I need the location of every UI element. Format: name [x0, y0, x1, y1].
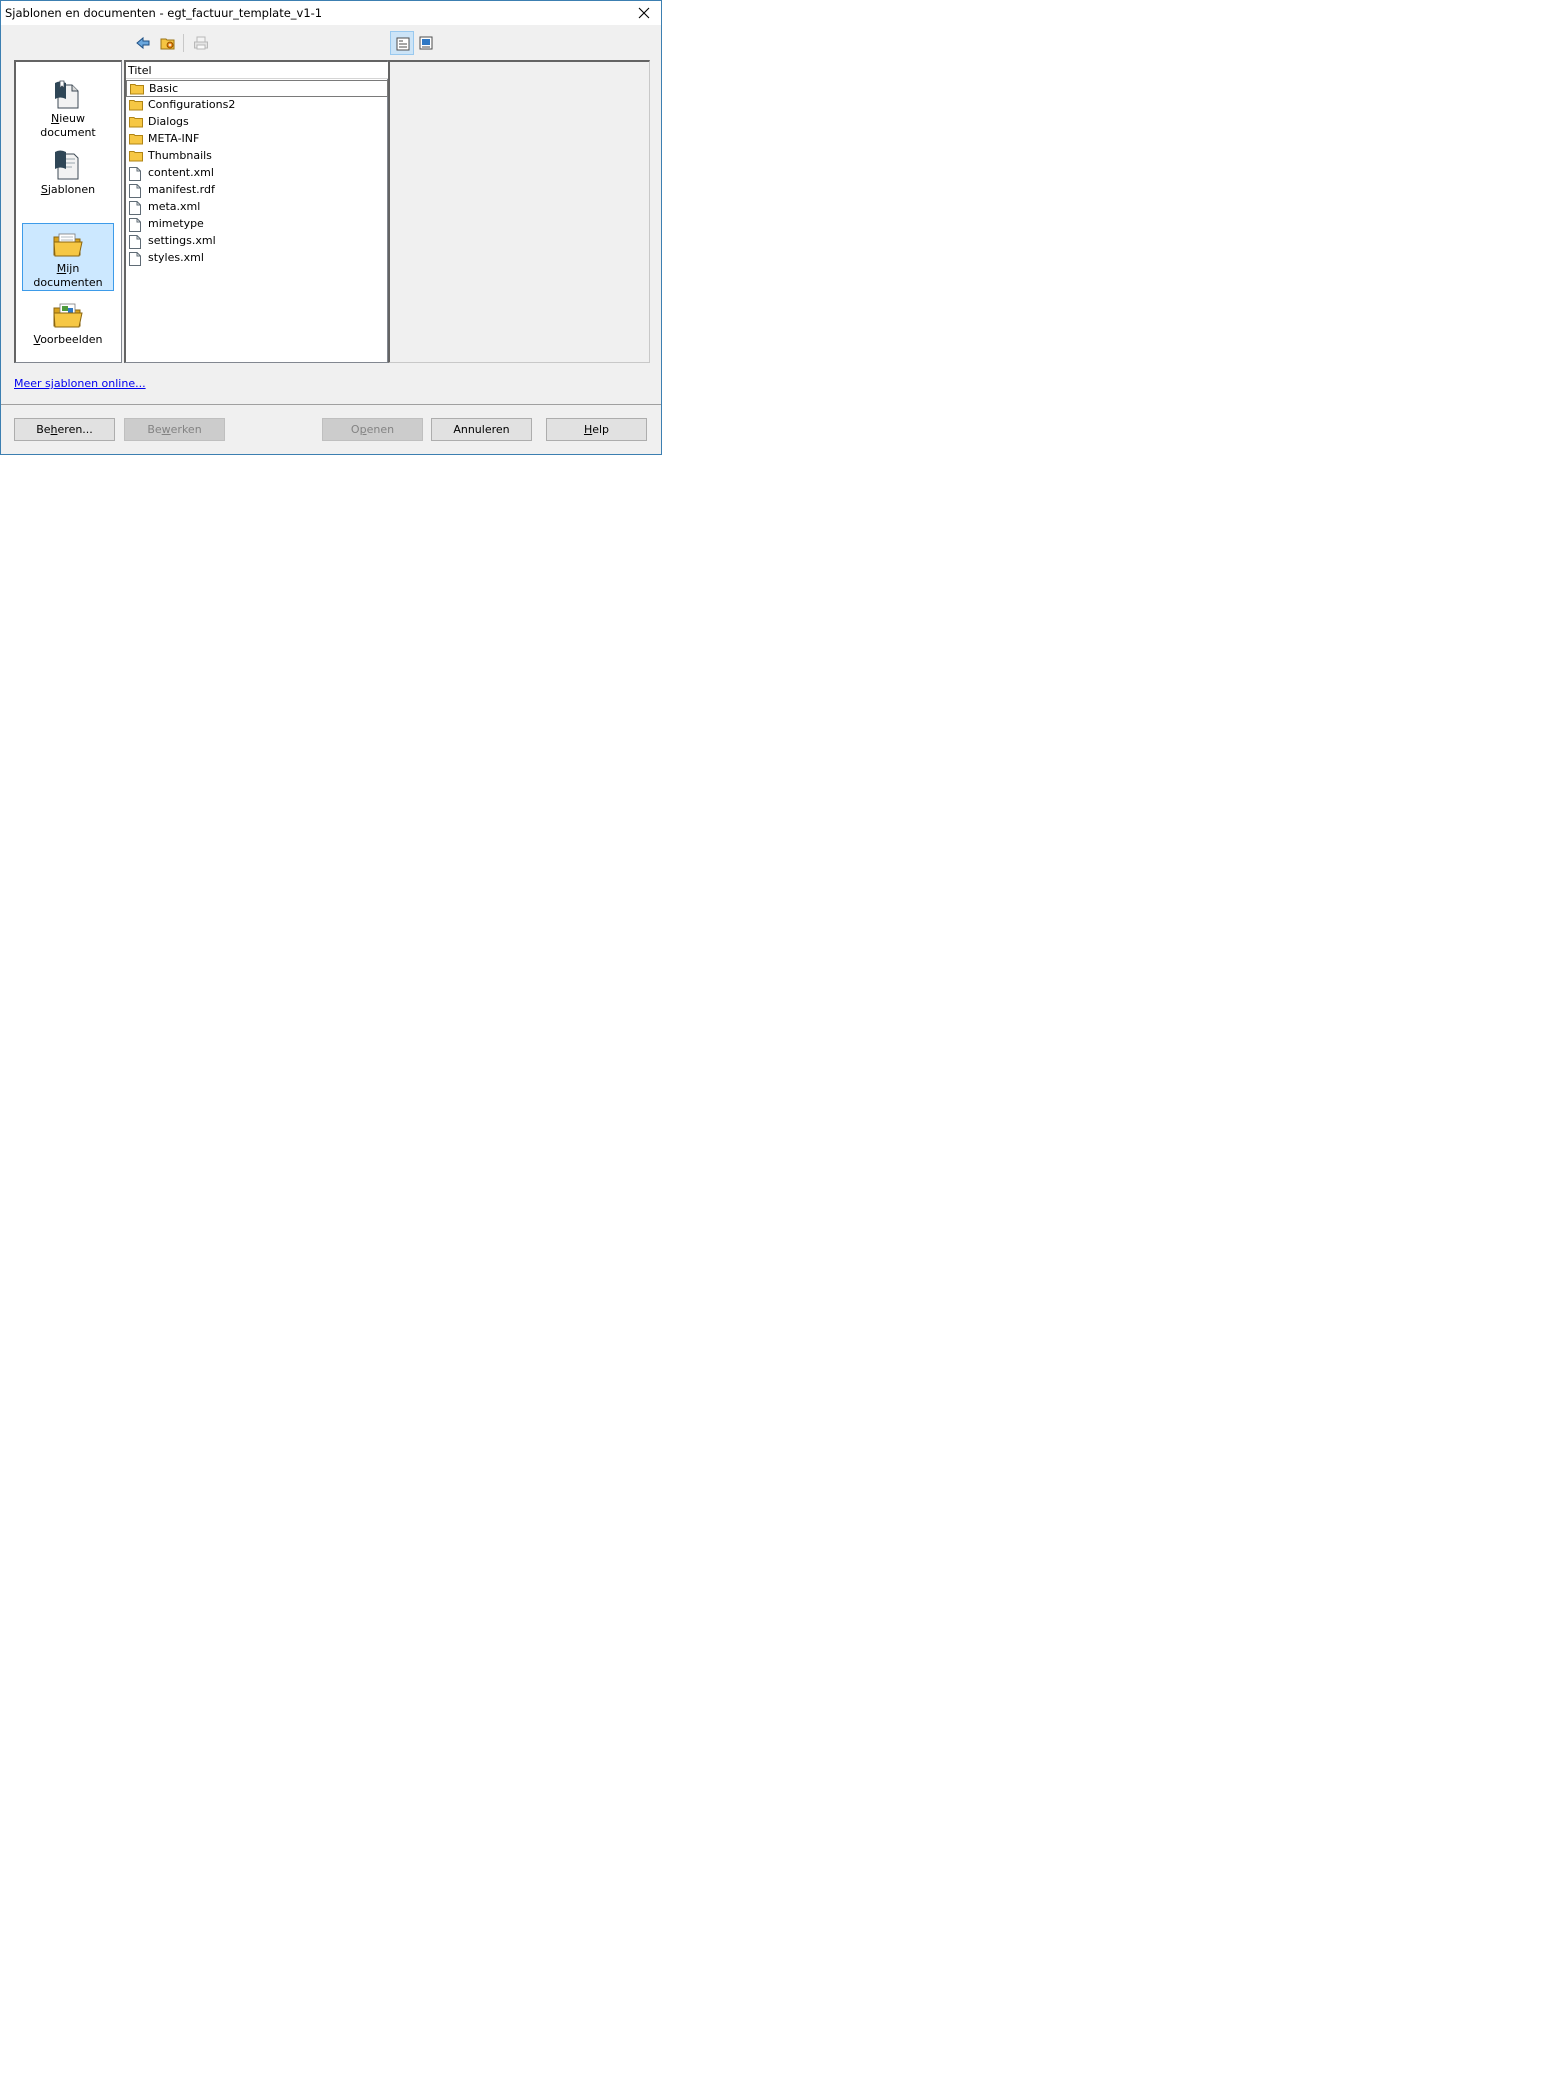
folder-icon [130, 83, 144, 98]
preview-button[interactable] [414, 31, 438, 55]
file-name: mimetype [148, 217, 204, 230]
nav-new-document-key: N [50, 112, 60, 125]
file-row[interactable]: content.xml [126, 165, 388, 182]
help-button-key: H [583, 423, 593, 436]
open-button-key: p [359, 423, 367, 436]
file-name: manifest.rdf [148, 183, 215, 196]
toolbar-separator [183, 34, 184, 52]
templates-icon [55, 150, 79, 180]
nav-samples-label: oorbeelden [40, 333, 103, 346]
folder-row[interactable]: Dialogs [126, 114, 388, 131]
samples-icon [53, 303, 83, 328]
close-icon [638, 7, 650, 19]
manage-button[interactable]: Beheren... [14, 418, 115, 441]
column-header-title-label: Titel [128, 64, 152, 77]
navigation-panel: Nieuw document Sjablonen Mijn documenten [14, 60, 122, 363]
folder-row[interactable]: META-INF [126, 131, 388, 148]
folder-icon [129, 99, 143, 114]
manage-button-label-post: eren... [57, 423, 93, 436]
nav-new-document[interactable]: Nieuw document [22, 78, 114, 140]
manage-button-key: h [50, 423, 58, 436]
column-header-title[interactable]: Titel [126, 62, 388, 79]
preview-panel [388, 60, 650, 363]
help-button[interactable]: Help [546, 418, 647, 441]
file-name: Dialogs [148, 115, 189, 128]
cancel-button-label: Annuleren [453, 423, 510, 436]
file-name: META-INF [148, 132, 200, 145]
edit-button[interactable]: Bewerken [124, 418, 225, 441]
file-row[interactable]: mimetype [126, 216, 388, 233]
edit-button-key: w [161, 423, 171, 436]
open-button-label-pre: O [350, 423, 360, 436]
folder-row[interactable]: Thumbnails [126, 148, 388, 165]
printer-icon [194, 36, 208, 50]
file-row[interactable]: styles.xml [126, 250, 388, 267]
nav-templates-key: S [40, 183, 48, 196]
more-templates-online-link[interactable]: Meer sjablonen online... [14, 377, 146, 390]
file-name: Basic [149, 82, 179, 95]
open-button-label-post: enen [366, 423, 395, 436]
folder-icon [129, 150, 143, 165]
document-view-button[interactable] [390, 31, 414, 55]
back-button[interactable] [131, 31, 155, 55]
new-document-icon [55, 80, 79, 109]
file-list: Basic Configurations2 Dialogs META-INF Thumb… [126, 80, 388, 267]
open-button[interactable]: Openen [322, 418, 423, 441]
file-name: meta.xml [148, 200, 201, 213]
my-documents-icon [53, 233, 83, 257]
folder-up-icon [160, 38, 175, 50]
folder-icon [129, 133, 143, 148]
file-name: content.xml [148, 166, 214, 179]
nav-new-document-label: ieuw [59, 112, 86, 125]
nav-samples[interactable]: Voorbeelden [22, 299, 114, 347]
nav-new-document-label-2: document [40, 126, 96, 139]
file-name: Thumbnails [148, 149, 212, 162]
nav-my-documents-label: ijn [66, 262, 80, 275]
help-button-label: elp [592, 423, 610, 436]
print-button[interactable] [189, 31, 213, 55]
nav-my-documents-label-2: documenten [33, 276, 103, 289]
window-title: Sjablonen en documenten - egt_factuur_te… [5, 6, 323, 20]
file-name: Configurations2 [148, 98, 236, 111]
toolbar [1, 31, 661, 55]
templates-dialog: Sjablonen en documenten - egt_factuur_te… [0, 0, 662, 455]
file-row[interactable]: meta.xml [126, 199, 388, 216]
folder-row[interactable]: Configurations2 [126, 97, 388, 114]
nav-my-documents[interactable]: Mijn documenten [22, 223, 114, 291]
manage-button-label-pre: Be [36, 423, 51, 436]
back-arrow-icon [136, 36, 150, 50]
button-divider [1, 404, 661, 405]
file-row[interactable]: settings.xml [126, 233, 388, 250]
document-view-icon [396, 37, 410, 51]
file-name: settings.xml [148, 234, 216, 247]
edit-button-label-post: erken [170, 423, 202, 436]
file-row[interactable]: manifest.rdf [126, 182, 388, 199]
folder-row[interactable]: Basic [126, 80, 388, 97]
file-list-panel: Titel Basic Configurations2 Dialogs META-IN… [124, 60, 388, 363]
folder-up-button[interactable] [156, 31, 180, 55]
file-icon [129, 252, 141, 269]
nav-templates-label: jablonen [47, 183, 96, 196]
folder-icon [129, 116, 143, 131]
preview-icon [419, 36, 433, 50]
file-name: styles.xml [148, 251, 204, 264]
close-button[interactable] [627, 1, 661, 25]
nav-my-documents-key: M [56, 262, 67, 275]
nav-templates[interactable]: Sjablonen [22, 149, 114, 197]
title-bar: Sjablonen en documenten - egt_factuur_te… [1, 1, 661, 25]
edit-button-label-pre: Be [147, 423, 162, 436]
cancel-button[interactable]: Annuleren [431, 418, 532, 441]
